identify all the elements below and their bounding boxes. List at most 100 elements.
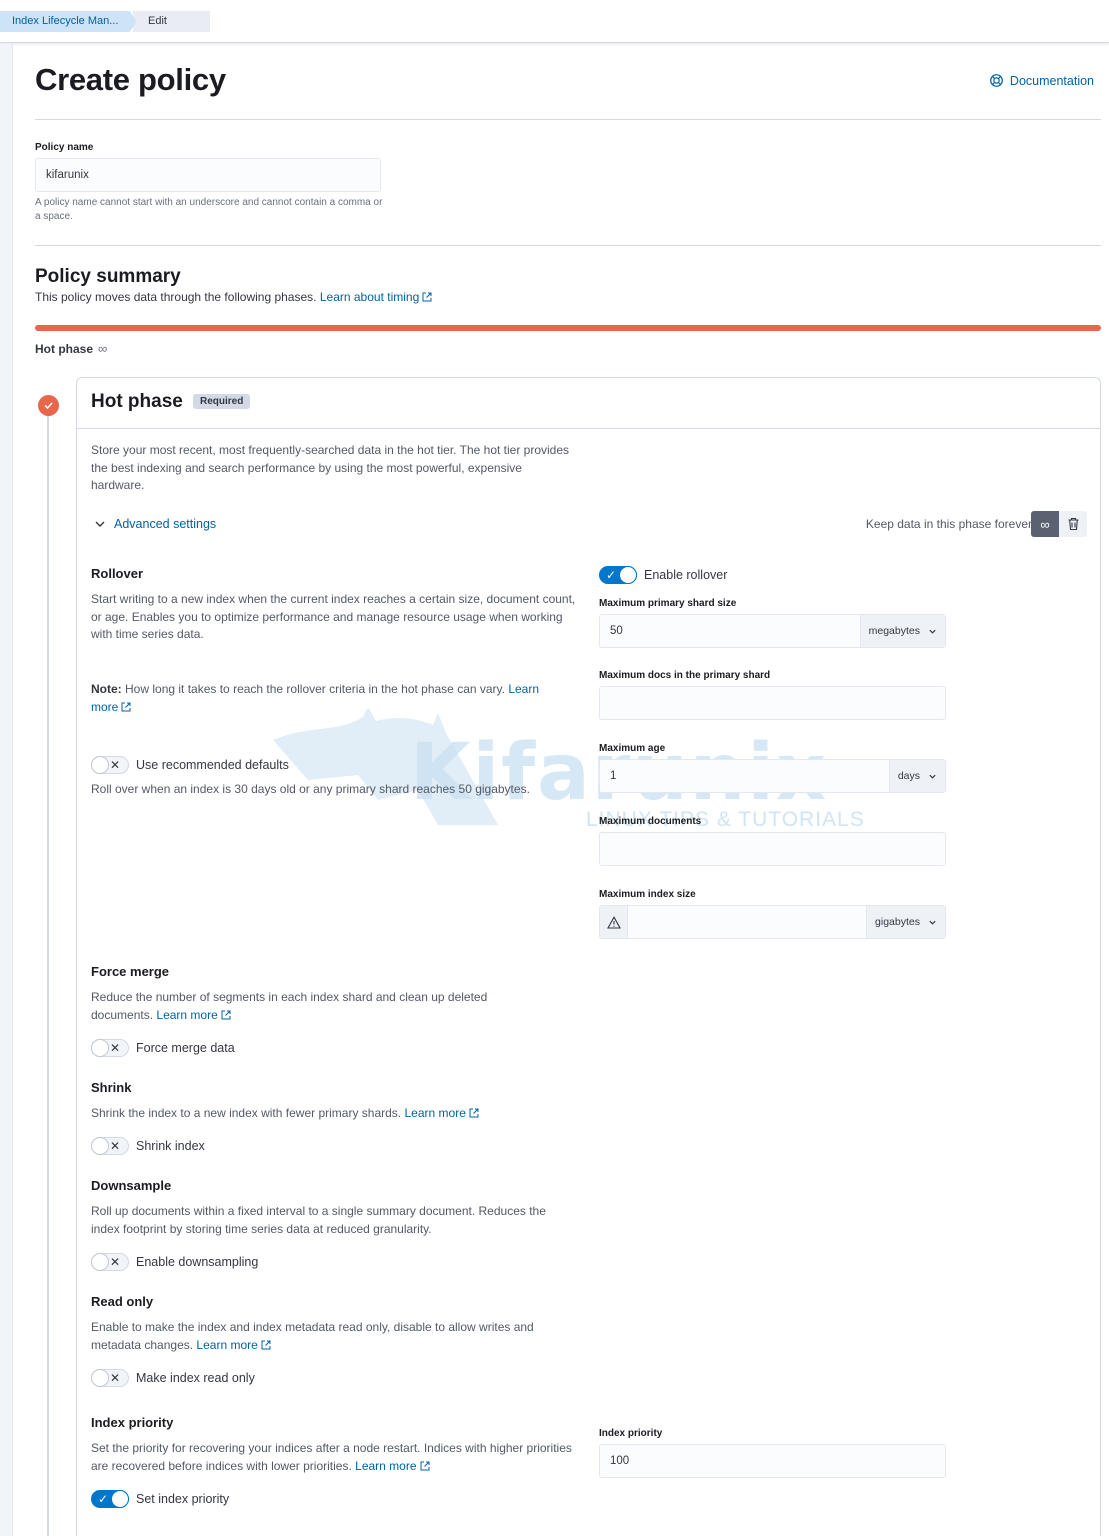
external-link-icon — [221, 1010, 231, 1019]
downsample-label: Enable downsampling — [136, 1255, 259, 1269]
max-age-input[interactable]: 1 — [600, 760, 889, 792]
enable-rollover-toggle[interactable]: ✓ Enable rollover — [599, 566, 727, 584]
shrink-toggle[interactable]: ✕ Shrink index — [91, 1137, 205, 1155]
external-link-icon — [422, 292, 432, 302]
max-documents-label: Maximum documents — [599, 816, 702, 827]
shrink-description: Shrink the index to a new index with few… — [91, 1105, 583, 1123]
max-age-label: Maximum age — [599, 743, 666, 754]
force-merge-toggle[interactable]: ✕ Force merge data — [91, 1039, 235, 1057]
defaults-description: Roll over when an index is 30 days old o… — [91, 782, 530, 796]
shrink-learn-more-link[interactable]: Learn more — [405, 1106, 479, 1120]
shrink-label: Shrink index — [136, 1139, 205, 1153]
hot-phase-panel: Hot phase Required — [76, 377, 1101, 1536]
check-icon: ✓ — [98, 1492, 109, 1506]
max-index-size-unit-select[interactable]: gigabytes — [866, 906, 945, 938]
documentation-link[interactable]: Documentation — [989, 73, 1094, 88]
max-docs-primary-input[interactable] — [599, 686, 946, 720]
top-bar: Index Lifecycle Man... Edit policy — [0, 0, 1109, 43]
rollover-title: Rollover — [91, 566, 144, 581]
index-priority-switch[interactable]: ✓ — [91, 1490, 129, 1508]
divider — [35, 245, 1101, 246]
policy-name-label: Policy name — [35, 142, 94, 153]
shrink-switch[interactable]: ✕ — [91, 1137, 129, 1155]
force-merge-title: Force merge — [91, 964, 170, 979]
index-priority-learn-more-link[interactable]: Learn more — [355, 1459, 430, 1473]
breadcrumb-ilm[interactable]: Index Lifecycle Man... — [0, 11, 138, 32]
rollover-description: Start writing to a new index when the cu… — [91, 592, 576, 641]
read-only-switch[interactable]: ✕ — [91, 1369, 129, 1387]
documentation-label: Documentation — [1009, 73, 1094, 88]
chevron-down-icon — [929, 629, 936, 634]
index-priority-input[interactable]: 100 — [599, 1444, 946, 1478]
policy-summary-title: Policy summary — [35, 266, 181, 287]
keep-forever-button[interactable]: ∞ — [1031, 511, 1059, 537]
delete-phase-button[interactable] — [1059, 511, 1087, 537]
index-priority-description: Set the priority for recovering your ind… — [91, 1441, 572, 1473]
cross-icon: ✕ — [109, 1041, 120, 1055]
force-merge-learn-more-link[interactable]: Learn more — [156, 1008, 231, 1022]
read-only-learn-more-link[interactable]: Learn more — [196, 1338, 271, 1352]
lifebuoy-icon — [990, 74, 1003, 87]
cross-icon: ✕ — [109, 1371, 120, 1385]
page-title: Create policy — [35, 62, 226, 97]
check-icon — [38, 395, 59, 416]
max-primary-shard-size-input[interactable]: 50 — [600, 615, 860, 647]
chevron-down-icon — [929, 774, 936, 779]
warning-icon — [600, 906, 628, 938]
max-index-size-field: gigabytes — [599, 905, 946, 939]
hot-phase-description: Store your most recent, most frequently-… — [91, 443, 570, 492]
downsample-toggle[interactable]: ✕ Enable downsampling — [91, 1253, 258, 1271]
chevron-down-icon — [95, 521, 105, 527]
index-priority-toggle-label: Set index priority — [136, 1492, 230, 1506]
use-defaults-switch[interactable]: ✕ — [91, 756, 129, 774]
cross-icon: ✕ — [109, 758, 120, 772]
hot-phase-header: Hot phase Required — [77, 378, 1100, 429]
max-age-field: 1 days — [599, 759, 946, 793]
downsample-title: Downsample — [91, 1178, 172, 1193]
trash-icon — [1068, 517, 1078, 531]
read-only-description: Enable to make the index and index metad… — [91, 1320, 534, 1352]
learn-about-timing-link[interactable]: Learn about timing — [320, 290, 432, 304]
cross-icon: ✕ — [109, 1139, 120, 1153]
force-merge-switch[interactable]: ✕ — [91, 1039, 129, 1057]
chevron-down-icon — [929, 920, 936, 925]
external-link-icon — [121, 702, 131, 711]
max-docs-primary-label: Maximum docs in the primary shard — [599, 670, 771, 681]
timeline-hot-phase-label: Hot phase ∞ — [35, 341, 108, 356]
max-documents-input[interactable] — [599, 832, 946, 866]
downsample-switch[interactable]: ✕ — [91, 1253, 129, 1271]
hot-phase-title: Hot phase — [91, 391, 183, 412]
step-line — [47, 415, 49, 1536]
index-priority-toggle[interactable]: ✓ Set index priority — [91, 1490, 229, 1508]
policy-name-help: A policy name cannot start with an under… — [35, 197, 383, 222]
index-priority-title: Index priority — [91, 1415, 174, 1430]
enable-rollover-label: Enable rollover — [644, 568, 728, 582]
breadcrumb-edit-policy: Edit policy — [132, 11, 210, 32]
policy-name-input[interactable]: kifarunix — [35, 158, 381, 192]
index-priority-field-label: Index priority — [599, 1428, 663, 1439]
use-defaults-label: Use recommended defaults — [136, 758, 289, 772]
infinity-icon: ∞ — [98, 341, 108, 356]
max-age-unit-select[interactable]: days — [888, 760, 945, 792]
read-only-label: Make index read only — [136, 1371, 255, 1385]
external-link-icon — [469, 1108, 479, 1118]
downsample-description: Roll up documents within a fixed interva… — [91, 1204, 546, 1236]
shrink-title: Shrink — [91, 1080, 132, 1095]
advanced-settings-toggle[interactable]: Advanced settings — [94, 517, 216, 531]
force-merge-description: Reduce the number of segments in each in… — [91, 990, 488, 1022]
divider — [35, 119, 1101, 120]
max-index-size-input[interactable] — [628, 906, 866, 938]
enable-rollover-switch[interactable]: ✓ — [599, 566, 637, 584]
side-nav-rail — [0, 44, 13, 1536]
keep-forever-label: Keep data in this phase forever — [865, 517, 1032, 531]
rollover-note: Note: How long it takes to reach the rol… — [91, 682, 540, 714]
external-link-icon — [261, 1340, 271, 1349]
read-only-title: Read only — [91, 1294, 154, 1309]
max-primary-shard-size-unit-select[interactable]: megabytes — [859, 615, 945, 647]
read-only-toggle[interactable]: ✕ Make index read only — [91, 1369, 255, 1387]
use-defaults-toggle[interactable]: ✕ Use recommended defaults — [91, 756, 289, 774]
max-primary-shard-size-label: Maximum primary shard size — [599, 598, 737, 609]
check-icon: ✓ — [606, 568, 617, 582]
policy-summary-description: This policy moves data through the follo… — [35, 290, 432, 304]
external-link-icon — [420, 1461, 430, 1470]
